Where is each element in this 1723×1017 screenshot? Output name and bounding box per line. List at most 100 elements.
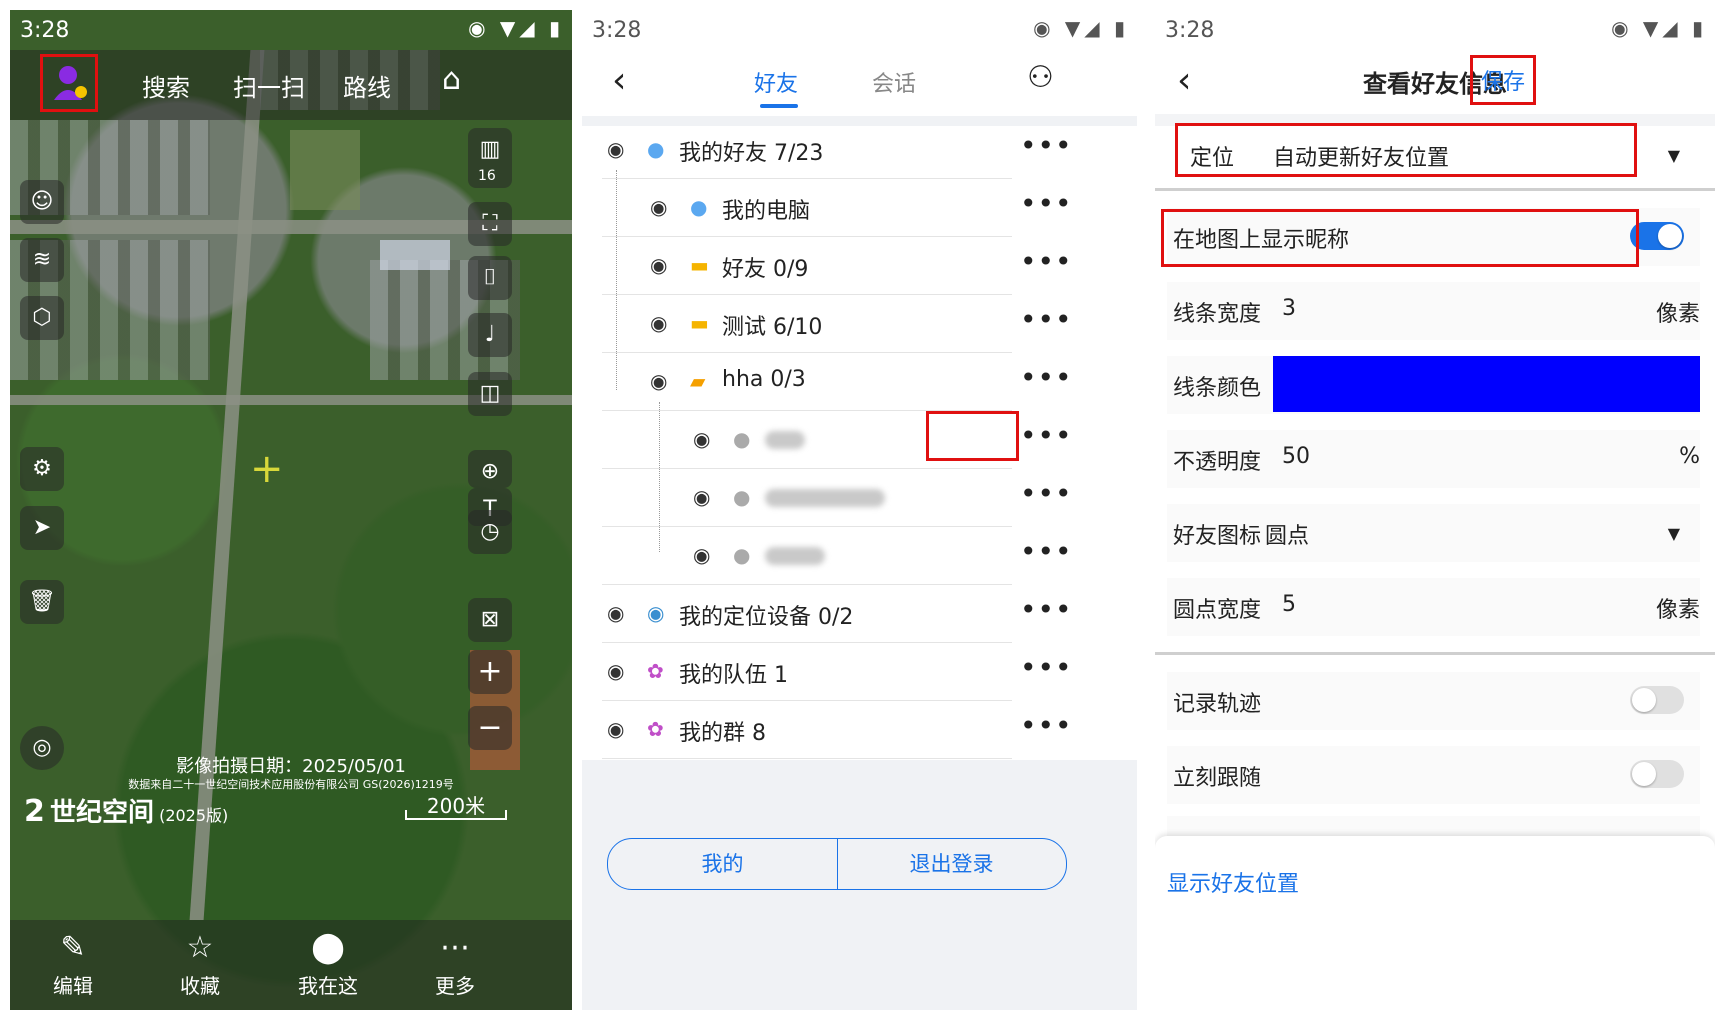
visibility-eye-icon[interactable]: ◉ [693, 543, 710, 567]
follow-now-toggle[interactable] [1630, 760, 1684, 788]
more-options-button[interactable]: ••• [1020, 651, 1073, 684]
dot-width-value[interactable]: 5 [1282, 592, 1296, 617]
list-item[interactable]: ◉ ▬ 测试 6/10 ••• [582, 295, 1137, 353]
visibility-eye-icon[interactable]: ◉ [607, 717, 624, 741]
more-options-button[interactable]: ••• [1020, 535, 1073, 568]
friend-icon-select[interactable]: 好友图标 圆点 ▼ [1167, 504, 1700, 562]
locate-label: 定位 [1190, 146, 1235, 171]
edit-tab-label: 编辑 [53, 974, 93, 998]
visibility-eye-icon[interactable]: ◉ [607, 137, 624, 161]
navigation-arrow-icon[interactable]: ➤ [20, 506, 64, 550]
list-item[interactable]: ◉ ● 我的电脑 ••• [582, 179, 1137, 237]
row-divider [602, 758, 1012, 759]
crosshair-icon: + [250, 446, 284, 492]
show-friend-position-link[interactable]: 显示好友位置 [1167, 866, 1299, 898]
record-track-toggle[interactable] [1630, 686, 1684, 714]
list-item-label: 我的群 8 [679, 721, 766, 746]
more-options-button[interactable]: ••• [1020, 361, 1073, 394]
signal-icon[interactable]: ≋ [20, 238, 64, 282]
visibility-eye-icon[interactable]: ◉ [650, 369, 667, 393]
scan-link[interactable]: 扫一扫 [233, 68, 305, 103]
status-icons: ◉ ▼◢ ▮ [468, 16, 564, 40]
list-item[interactable]: ◉ ◉ 我的定位设备 0/2 ••• [582, 585, 1137, 643]
opacity-value[interactable]: 50 [1282, 444, 1310, 469]
screenshot-icon[interactable]: ◫ [468, 372, 512, 416]
visibility-eye-icon[interactable]: ◉ [693, 427, 710, 451]
trash-icon[interactable]: 🗑 [20, 580, 64, 624]
person-icon: ● [647, 137, 665, 161]
favorites-tab[interactable]: ☆ 收藏 [150, 926, 250, 999]
dot-width-row: 圆点宽度 5 像素 [1167, 578, 1700, 636]
more-options-button[interactable]: ••• [1020, 303, 1073, 336]
more-options-button[interactable]: ••• [1020, 129, 1073, 162]
team-icon: ✿ [647, 659, 664, 683]
fullscreen-icon[interactable]: ⛶ [468, 202, 512, 246]
more-options-button[interactable]: ••• [1020, 593, 1073, 626]
gray-person-icon: ● [733, 543, 751, 567]
tab-friends[interactable]: 好友 [754, 66, 798, 98]
route-link[interactable]: 路线 [343, 68, 391, 103]
visibility-eye-icon[interactable]: ◉ [607, 601, 624, 625]
list-item[interactable]: ◉ ▰ hha 0/3 ••• [582, 353, 1137, 411]
tree-connector [616, 170, 617, 390]
status-bar: 3:28 ◉ ▼◢ ▮ [10, 10, 572, 50]
line-width-value[interactable]: 3 [1282, 296, 1296, 321]
brand-name: 世纪空间 [49, 798, 154, 828]
blurred-name [765, 489, 885, 507]
location-icon: ◉ [647, 601, 665, 625]
visibility-eye-icon[interactable]: ◉ [650, 195, 667, 219]
friend-info-screen: 3:28 ◉ ▼◢ ▮ ‹ 查看好友信息 保存 定位 自动更新好友位置 ▼ 在地… [1155, 10, 1715, 1010]
status-icons: ◉ ▼◢ ▮ [1033, 16, 1129, 40]
zoom-in-icon[interactable]: + [468, 650, 512, 694]
more-icon: ⋯ [440, 930, 470, 965]
favorites-tab-label: 收藏 [180, 974, 220, 998]
more-options-button[interactable]: ••• [1020, 245, 1073, 278]
microphone-icon[interactable]: ♩ [468, 313, 512, 357]
save-button[interactable]: 保存 [1481, 64, 1525, 96]
action-button-group: 我的 退出登录 [607, 838, 1067, 890]
settings-gear-icon[interactable]: ⚙ [20, 447, 64, 491]
folder-icon: ▬ [690, 311, 709, 335]
list-item[interactable]: ◉ ● ••• [582, 411, 1137, 469]
zoom-out-icon[interactable]: − [468, 706, 512, 750]
clear-overlay-icon[interactable]: ⊠ [468, 598, 512, 642]
search-link[interactable]: 搜索 [142, 68, 190, 103]
back-arrow-icon[interactable]: ‹ [612, 60, 626, 101]
visibility-eye-icon[interactable]: ◉ [693, 485, 710, 509]
tab-chat[interactable]: 会话 [872, 66, 916, 98]
show-nickname-label: 在地图上显示昵称 [1173, 228, 1350, 253]
history-clock-icon[interactable]: ◷ [468, 510, 512, 554]
list-item[interactable]: ◉ ● ••• [582, 469, 1137, 527]
edit-tab[interactable]: ✎ 编辑 [23, 926, 123, 999]
camera-icon[interactable]: ⌷ [468, 256, 512, 300]
mine-button[interactable]: 我的 [608, 839, 838, 889]
visibility-eye-icon[interactable]: ◉ [650, 253, 667, 277]
more-options-button[interactable]: ••• [1020, 187, 1073, 220]
show-nickname-toggle[interactable] [1630, 222, 1684, 250]
list-item-label: hha 0/3 [722, 367, 806, 392]
more-options-button[interactable]: ••• [1020, 477, 1073, 510]
list-item[interactable]: ◉ ✿ 我的群 8 ••• [582, 701, 1137, 759]
add-friend-icon[interactable]: ⚇ [1027, 60, 1054, 95]
line-color-swatch[interactable] [1273, 356, 1700, 412]
logout-button[interactable]: 退出登录 [837, 839, 1066, 889]
here-tab[interactable]: ⬤ 我在这 [278, 926, 378, 999]
section-divider [1155, 652, 1715, 655]
3d-box-icon[interactable]: ⬡ [20, 296, 64, 340]
list-item[interactable]: ◉ ● ••• [582, 527, 1137, 585]
folder-icon: ▬ [690, 253, 709, 277]
friends-group-icon[interactable]: ☺ [20, 180, 64, 224]
visibility-eye-icon[interactable]: ◉ [607, 659, 624, 683]
list-item[interactable]: ◉ ✿ 我的队伍 1 ••• [582, 643, 1137, 701]
list-item[interactable]: ◉ ● 我的好友 7/23 ••• [582, 121, 1137, 179]
visibility-eye-icon[interactable]: ◉ [650, 311, 667, 335]
home-icon[interactable]: ⌂ [442, 62, 461, 97]
status-icons: ◉ ▼◢ ▮ [1611, 16, 1707, 40]
list-item[interactable]: ◉ ▬ 好友 0/9 ••• [582, 237, 1137, 295]
add-marker-icon[interactable]: ⊕ [468, 450, 512, 488]
more-tab[interactable]: ⋯ 更多 [405, 926, 505, 999]
more-options-button[interactable]: ••• [1020, 419, 1073, 452]
more-options-button[interactable]: ••• [1020, 709, 1073, 742]
bottom-sheet: 显示好友位置 [1155, 836, 1715, 1010]
locate-select[interactable]: 定位 自动更新好友位置 ▼ [1167, 126, 1700, 184]
